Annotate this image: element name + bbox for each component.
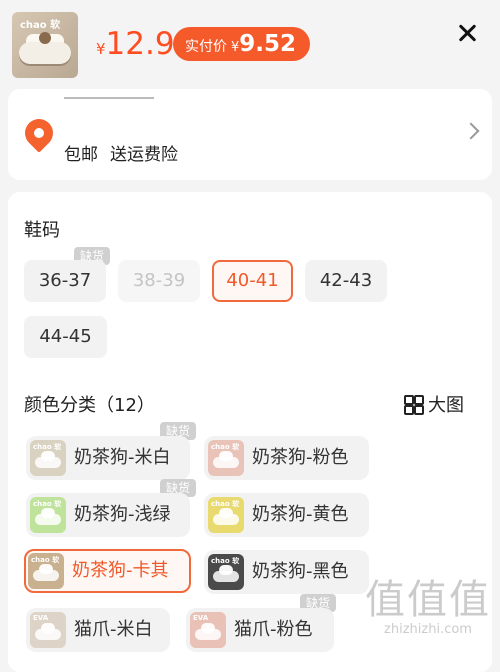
slipper-sole bbox=[19, 42, 71, 64]
shipping-insurance-label: 送运费险 bbox=[110, 145, 178, 165]
color-option-label: 猫爪-米白 bbox=[74, 619, 153, 640]
color-swatch-image: EVA bbox=[190, 612, 226, 648]
color-option-milk-tea-dog-black[interactable]: chao 软 奶茶狗-黑色 bbox=[204, 550, 369, 594]
price-currency: ¥ bbox=[96, 40, 106, 58]
color-swatch-image: chao 软 bbox=[208, 554, 244, 590]
big-image-toggle[interactable]: 大图 bbox=[404, 391, 464, 417]
price: ¥12.9 bbox=[96, 26, 175, 62]
grid-view-icon bbox=[404, 395, 424, 415]
color-option-cat-paw-pink[interactable]: EVA 猫爪-粉色 bbox=[186, 608, 334, 652]
size-section-title: 鞋码 bbox=[24, 220, 60, 241]
color-option-label: 猫爪-粉色 bbox=[234, 619, 313, 640]
color-option-milk-tea-dog-light-green[interactable]: chao 软 奶茶狗-浅绿 bbox=[26, 493, 190, 537]
color-option-milk-tea-dog-khaki[interactable]: chao 软 奶茶狗-卡其 bbox=[24, 549, 191, 593]
color-swatch-image: chao 软 bbox=[208, 440, 244, 476]
address-text-cutoff bbox=[64, 97, 154, 109]
color-section-title: 颜色分类（12） bbox=[24, 395, 155, 416]
color-option-label: 奶茶狗-卡其 bbox=[72, 560, 169, 581]
actual-price-value: 9.52 bbox=[239, 31, 297, 57]
shipping-info: 包邮 送运费险 bbox=[64, 140, 178, 165]
color-option-label: 奶茶狗-黑色 bbox=[252, 561, 349, 582]
thumbnail-brand-text: chao 软 bbox=[20, 20, 61, 31]
big-image-label: 大图 bbox=[428, 395, 464, 416]
dog-ornament bbox=[39, 32, 51, 44]
product-thumbnail: chao 软 bbox=[12, 12, 78, 78]
actual-price-label: 实付价 bbox=[185, 39, 227, 55]
free-shipping-label: 包邮 bbox=[64, 145, 98, 165]
color-option-label: 奶茶狗-粉色 bbox=[252, 447, 349, 468]
color-option-label: 奶茶狗-米白 bbox=[74, 447, 171, 468]
size-option-38-39[interactable]: 38-39 bbox=[118, 260, 200, 302]
swatch-brand-text: EVA bbox=[33, 614, 49, 622]
size-option-44-45[interactable]: 44-45 bbox=[24, 316, 107, 358]
size-option-42-43[interactable]: 42-43 bbox=[305, 260, 387, 302]
color-swatch-image: chao 软 bbox=[30, 497, 66, 533]
color-option-label: 奶茶狗-浅绿 bbox=[74, 504, 171, 525]
price-value: 12.9 bbox=[105, 26, 175, 62]
swatch-brand-text: EVA bbox=[193, 614, 209, 622]
color-swatch-image: chao 软 bbox=[208, 497, 244, 533]
color-swatch-image: chao 软 bbox=[28, 553, 64, 589]
chevron-right-icon bbox=[462, 122, 480, 140]
actual-price-badge: 实付价 ¥9.52 bbox=[173, 27, 311, 61]
location-pin-icon bbox=[19, 113, 59, 153]
color-option-milk-tea-dog-pink[interactable]: chao 软 奶茶狗-粉色 bbox=[204, 436, 369, 480]
color-swatch-image: chao 软 bbox=[30, 440, 66, 476]
address-row[interactable]: 包邮 送运费险 bbox=[8, 89, 492, 180]
close-icon[interactable] bbox=[454, 20, 482, 48]
color-option-milk-tea-dog-beige[interactable]: chao 软 奶茶狗-米白 bbox=[26, 436, 190, 480]
sku-header: chao 软 ¥12.9 实付价 ¥9.52 bbox=[0, 0, 500, 88]
color-option-cat-paw-beige[interactable]: EVA 猫爪-米白 bbox=[26, 608, 170, 652]
size-option-36-37[interactable]: 36-37 bbox=[24, 260, 106, 302]
color-swatch-image: EVA bbox=[30, 612, 66, 648]
size-option-40-41[interactable]: 40-41 bbox=[212, 260, 293, 302]
color-option-label: 奶茶狗-黄色 bbox=[252, 504, 349, 525]
color-option-milk-tea-dog-yellow[interactable]: chao 软 奶茶狗-黄色 bbox=[204, 493, 369, 537]
